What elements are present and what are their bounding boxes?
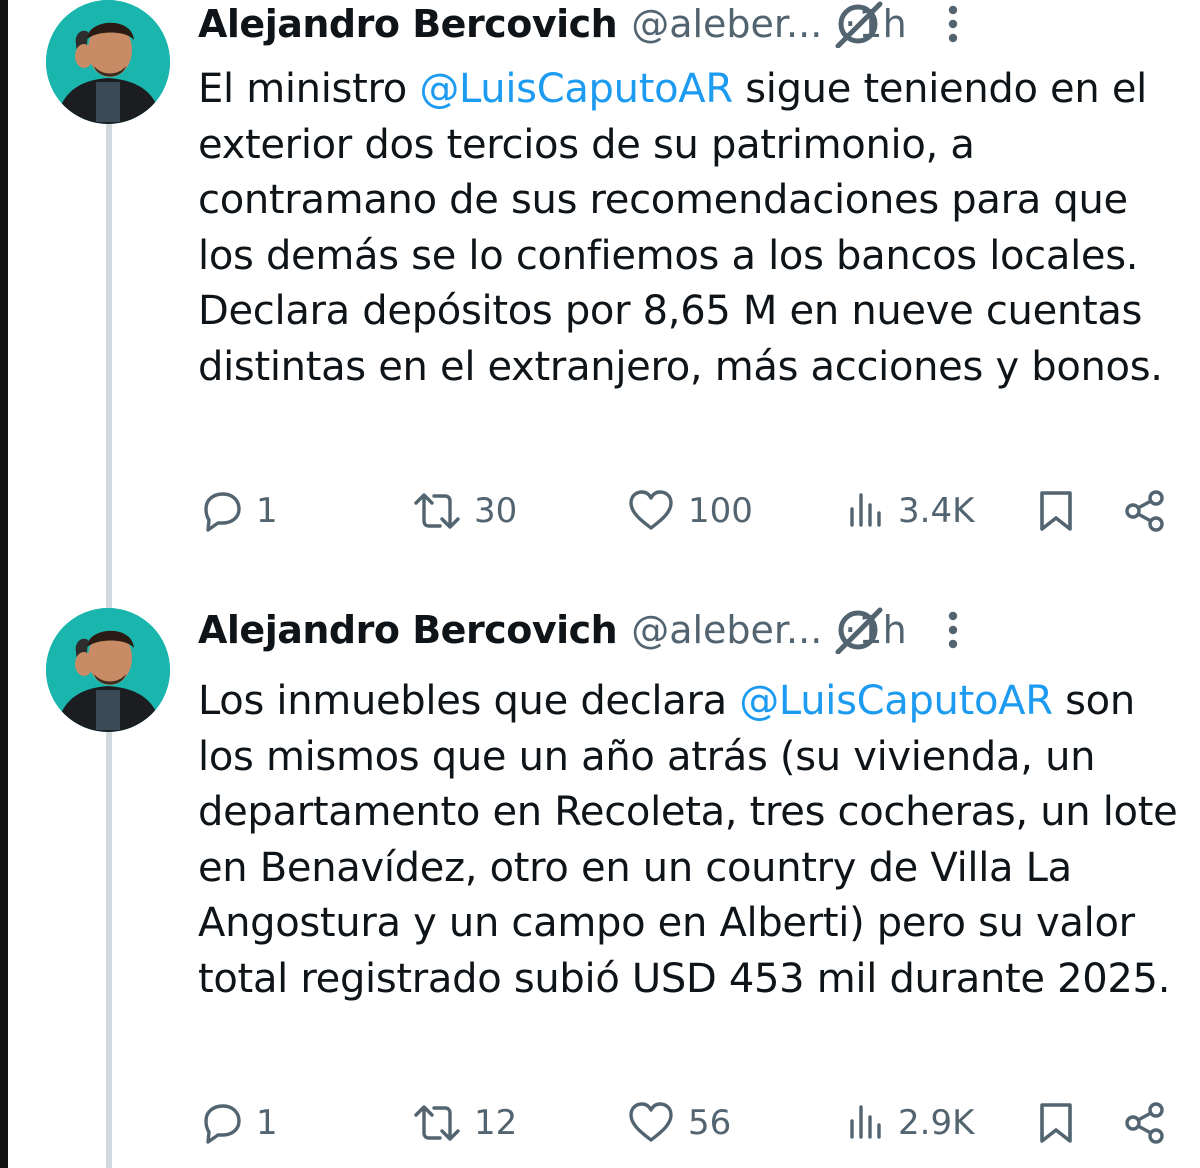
reply-icon [198, 489, 244, 533]
reply-count: 1 [256, 491, 278, 531]
like-count: 56 [688, 1103, 732, 1143]
heart-icon [626, 1101, 676, 1145]
grok-icon[interactable] [830, 0, 886, 49]
retweet-button[interactable]: 12 [412, 1098, 517, 1148]
views-count: 2.9K [898, 1103, 975, 1143]
like-button[interactable]: 100 [626, 486, 753, 536]
bookmark-button[interactable] [1036, 486, 1076, 536]
action-bar: 1 12 56 2.9K [0, 1098, 1200, 1148]
more-icon[interactable] [940, 608, 966, 652]
text-segment: sigue teniendo en el exterior dos tercio… [198, 66, 1163, 390]
retweet-icon [412, 489, 462, 533]
tweet-header: Alejandro Bercovich @aleber... · 1h [198, 0, 1178, 48]
bookmark-icon [1036, 1101, 1076, 1145]
retweet-icon [412, 1101, 462, 1145]
like-button[interactable]: 56 [626, 1098, 731, 1148]
reply-button[interactable]: 1 [198, 1098, 278, 1148]
grok-icon[interactable] [830, 606, 886, 655]
share-button[interactable] [1122, 486, 1168, 536]
avatar[interactable] [46, 0, 170, 124]
heart-icon [626, 489, 676, 533]
views-count: 3.4K [898, 491, 975, 531]
share-icon [1122, 1101, 1168, 1145]
tweet[interactable]: Alejandro Bercovich @aleber... · 1h Los … [0, 606, 1200, 1168]
bookmark-button[interactable] [1036, 1098, 1076, 1148]
text-segment: Los inmuebles que declara [198, 678, 740, 724]
more-icon[interactable] [940, 2, 966, 46]
author-name[interactable]: Alejandro Bercovich [198, 2, 618, 46]
text-segment: son los mismos que un año atrás (su vivi… [198, 678, 1178, 1002]
action-bar: 1 30 100 3.4K [0, 486, 1200, 536]
tweet-header: Alejandro Bercovich @aleber... · 1h [198, 606, 1178, 654]
mention-link[interactable]: @LuisCaputoAR [739, 678, 1053, 724]
like-count: 100 [688, 491, 753, 531]
share-icon [1122, 489, 1168, 533]
author-handle[interactable]: @aleber... [631, 2, 822, 46]
tweet-text: El ministro @LuisCaputoAR sigue teniendo… [198, 62, 1183, 396]
retweet-count: 30 [474, 491, 518, 531]
avatar[interactable] [46, 608, 170, 732]
reply-button[interactable]: 1 [198, 486, 278, 536]
share-button[interactable] [1122, 1098, 1168, 1148]
retweet-count: 12 [474, 1103, 518, 1143]
views-button[interactable]: 2.9K [846, 1098, 974, 1148]
tweet[interactable]: Alejandro Bercovich @aleber... · 1h El m… [0, 0, 1200, 600]
author-handle[interactable]: @aleber... [631, 608, 822, 652]
tweet-text: Los inmuebles que declara @LuisCaputoAR … [198, 674, 1183, 1008]
views-icon [846, 489, 886, 533]
retweet-button[interactable]: 30 [412, 486, 517, 536]
reply-icon [198, 1101, 244, 1145]
views-icon [846, 1101, 886, 1145]
bookmark-icon [1036, 489, 1076, 533]
author-name[interactable]: Alejandro Bercovich [198, 608, 618, 652]
views-button[interactable]: 3.4K [846, 486, 974, 536]
mention-link[interactable]: @LuisCaputoAR [419, 66, 733, 112]
text-segment: El ministro [198, 66, 420, 112]
reply-count: 1 [256, 1103, 278, 1143]
